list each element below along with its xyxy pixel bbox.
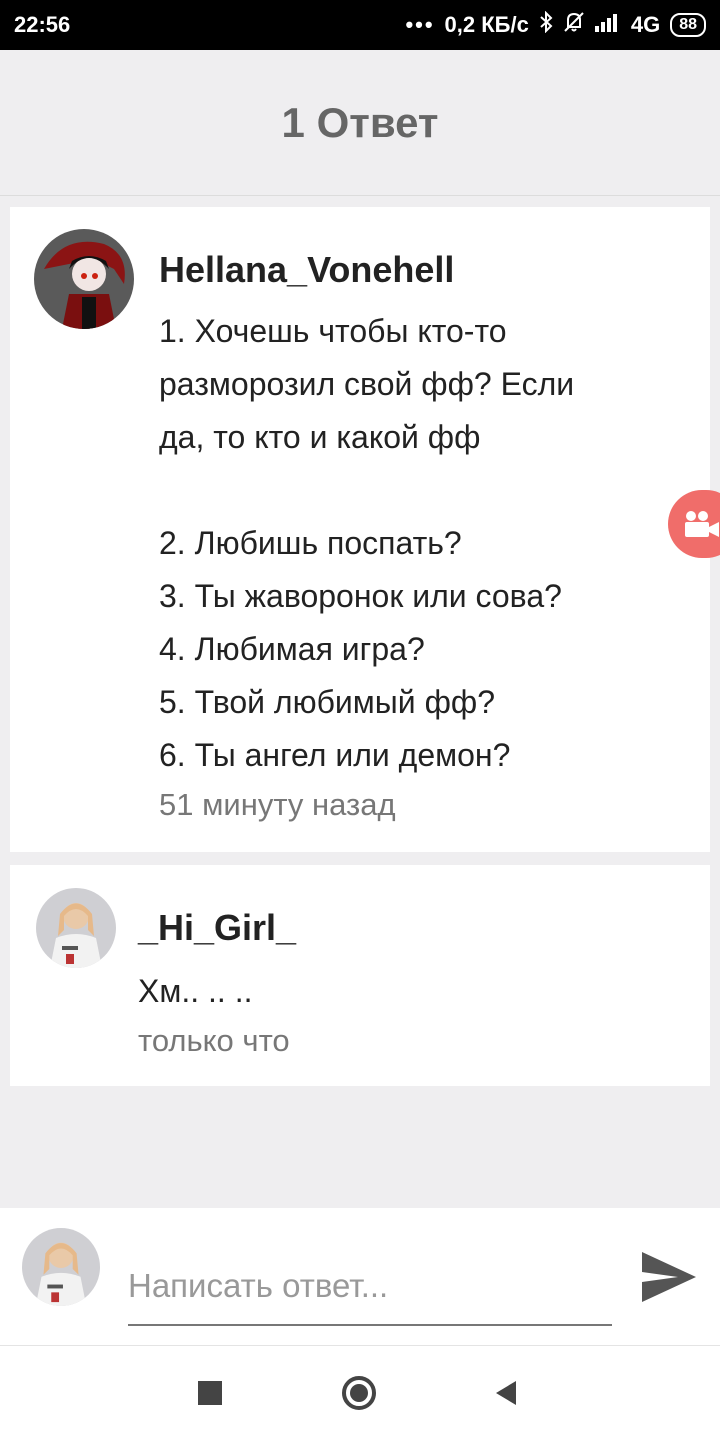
- comment-author[interactable]: _Hi_Girl_: [138, 907, 296, 949]
- signal-icon: [594, 12, 621, 38]
- recent-apps-button[interactable]: [198, 1381, 222, 1410]
- home-icon: [342, 1376, 376, 1410]
- network-type: 4G: [630, 12, 661, 37]
- network-speed: 0,2 КБ/с: [444, 12, 529, 37]
- page-title: 1 Ответ: [281, 98, 439, 146]
- comment-card: _Hi_Girl_ Хм.. .. .. только что: [10, 865, 710, 1086]
- status-time: 22:56: [14, 12, 71, 37]
- status-bar: 22:56 ••• 0,2 КБ/с 4G 88: [0, 0, 720, 50]
- video-camera-icon: [685, 511, 719, 537]
- notification-dots: •••: [405, 12, 435, 37]
- avatar[interactable]: [36, 888, 116, 968]
- home-button[interactable]: [341, 1375, 377, 1416]
- recent-apps-icon: [198, 1381, 222, 1405]
- bluetooth-icon: [539, 10, 553, 39]
- status-icons: ••• 0,2 КБ/с 4G 88: [405, 10, 706, 39]
- back-button[interactable]: [494, 1380, 518, 1411]
- comment-text: Хм.. .. ..: [138, 973, 253, 1009]
- comment-time: 51 минуту назад: [159, 787, 396, 822]
- battery-icon: 88: [670, 13, 706, 37]
- page-header: 1 Ответ: [0, 50, 720, 196]
- comment-card: Hellana_Vonehell 1. Хочешь чтобы кто-то …: [10, 207, 710, 852]
- avatar[interactable]: [34, 229, 134, 329]
- bell-off-icon: [563, 11, 585, 39]
- send-button[interactable]: [638, 1246, 700, 1308]
- comment-author[interactable]: Hellana_Vonehell: [159, 249, 454, 291]
- back-icon: [496, 1381, 516, 1405]
- send-icon: [642, 1252, 696, 1302]
- comment-text: 1. Хочешь чтобы кто-то разморозил свой ф…: [159, 313, 575, 773]
- my-avatar[interactable]: [22, 1228, 100, 1306]
- comment-time: только что: [138, 1023, 290, 1058]
- reply-input[interactable]: [128, 1248, 612, 1326]
- navigation-bar: [0, 1345, 720, 1441]
